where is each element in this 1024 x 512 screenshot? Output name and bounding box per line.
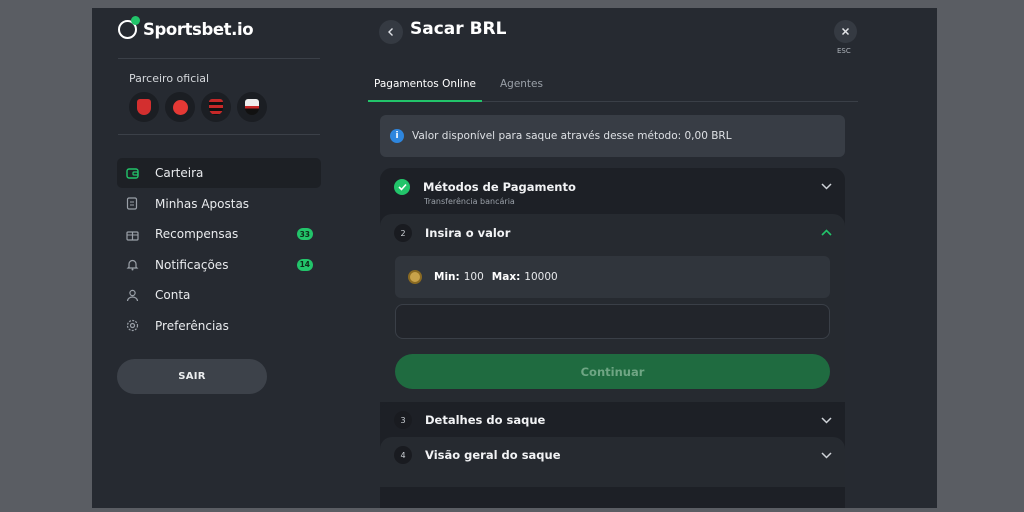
sidebar-item-minhas-apostas[interactable]: Minhas Apostas (117, 189, 321, 219)
step-title: Métodos de Pagamento (423, 180, 576, 194)
sidebar-divider (118, 134, 320, 135)
info-icon: i (390, 129, 404, 143)
payment-method-subtitle: Transferência bancária (424, 197, 515, 206)
chevron-down-icon[interactable] (819, 179, 833, 193)
partner-list (129, 92, 267, 122)
sao-paulo-crest-icon[interactable] (237, 92, 267, 122)
flamengo-crest-icon[interactable] (201, 92, 231, 122)
back-button[interactable] (379, 20, 403, 44)
amount-input[interactable] (395, 304, 830, 339)
min-value: 100 (463, 271, 484, 283)
sidebar-item-label: Recompensas (155, 227, 239, 241)
partner-label: Parceiro oficial (129, 72, 210, 85)
logout-button[interactable]: SAIR (117, 359, 267, 394)
sidebar-item-label: Conta (155, 288, 191, 302)
sidebar-item-label: Carteira (155, 166, 204, 180)
southampton-crest-icon[interactable] (165, 92, 195, 122)
max-label: Max: (491, 271, 521, 283)
logo-text: Sportsbet.io (143, 20, 254, 39)
step-number: 4 (394, 446, 412, 464)
amount-limits: Min: 100 Max: 10000 (395, 256, 830, 298)
chevron-down-icon[interactable] (819, 413, 833, 427)
step-title: Detalhes do saque (425, 413, 546, 427)
sidebar-menu: Carteira Minhas Apostas Recompensas 33 N… (117, 158, 321, 341)
sidebar-item-recompensas[interactable]: Recompensas 33 (117, 219, 321, 249)
step-withdraw-overview[interactable]: 4 Visão geral do saque (380, 437, 845, 487)
withdraw-steps: Métodos de Pagamento Transferência bancá… (380, 168, 845, 508)
chevron-down-icon[interactable] (819, 448, 833, 462)
step-payment-method[interactable]: Métodos de Pagamento Transferência bancá… (380, 168, 845, 214)
notifications-count-badge: 14 (296, 258, 313, 271)
tab-pagamentos-online[interactable]: Pagamentos Online (368, 74, 482, 102)
logo-mark-icon (118, 16, 140, 39)
step-enter-amount: 2 Insira o valor Min: 100 Max: 10000 Con… (380, 214, 845, 402)
sidebar-divider (118, 58, 320, 59)
sidebar-item-label: Notificações (155, 257, 229, 272)
step-header[interactable]: 2 Insira o valor (380, 214, 845, 252)
sidebar-item-label: Minhas Apostas (155, 196, 250, 211)
tab-agentes[interactable]: Agentes (494, 74, 549, 102)
sidebar-item-preferencias[interactable]: Preferências (117, 311, 321, 341)
sidebar-item-conta[interactable]: Conta (117, 280, 321, 310)
check-icon (394, 179, 410, 195)
step-number: 3 (394, 411, 412, 429)
step-number: 2 (394, 224, 412, 242)
betslip-icon (125, 197, 139, 211)
withdraw-window: Sportsbet.io Parceiro oficial Carteira M… (92, 8, 937, 508)
user-icon (125, 288, 139, 302)
arsenal-crest-icon[interactable] (129, 92, 159, 122)
coins-icon (408, 270, 422, 284)
step-title: Insira o valor (425, 226, 511, 240)
step-withdraw-details[interactable]: 3 Detalhes do saque (380, 402, 845, 437)
payment-tabs: Pagamentos Online Agentes (368, 74, 858, 102)
sidebar-item-carteira[interactable]: Carteira (117, 158, 321, 188)
available-balance-banner: i Valor disponível para saque através de… (380, 115, 845, 157)
gear-icon (125, 319, 139, 333)
wallet-icon (125, 166, 139, 180)
esc-hint: ESC (837, 47, 851, 55)
rewards-count-badge: 33 (296, 228, 313, 240)
gift-icon (125, 227, 139, 241)
available-balance-text: Valor disponível para saque através dess… (412, 130, 732, 142)
sidebar-item-notificacoes[interactable]: Notificações 14 (117, 250, 321, 280)
step-title: Visão geral do saque (425, 448, 561, 462)
page-title: Sacar BRL (410, 19, 507, 39)
bell-icon (125, 258, 139, 272)
close-icon (841, 27, 850, 36)
sportsbet-logo[interactable]: Sportsbet.io (118, 16, 254, 39)
continue-button[interactable]: Continuar (395, 354, 830, 389)
chevron-up-icon[interactable] (819, 225, 833, 239)
max-value: 10000 (524, 271, 558, 283)
min-label: Min: (434, 271, 460, 283)
close-button[interactable] (834, 20, 857, 43)
chevron-left-icon (388, 28, 393, 36)
sidebar-item-label: Preferências (155, 318, 229, 333)
